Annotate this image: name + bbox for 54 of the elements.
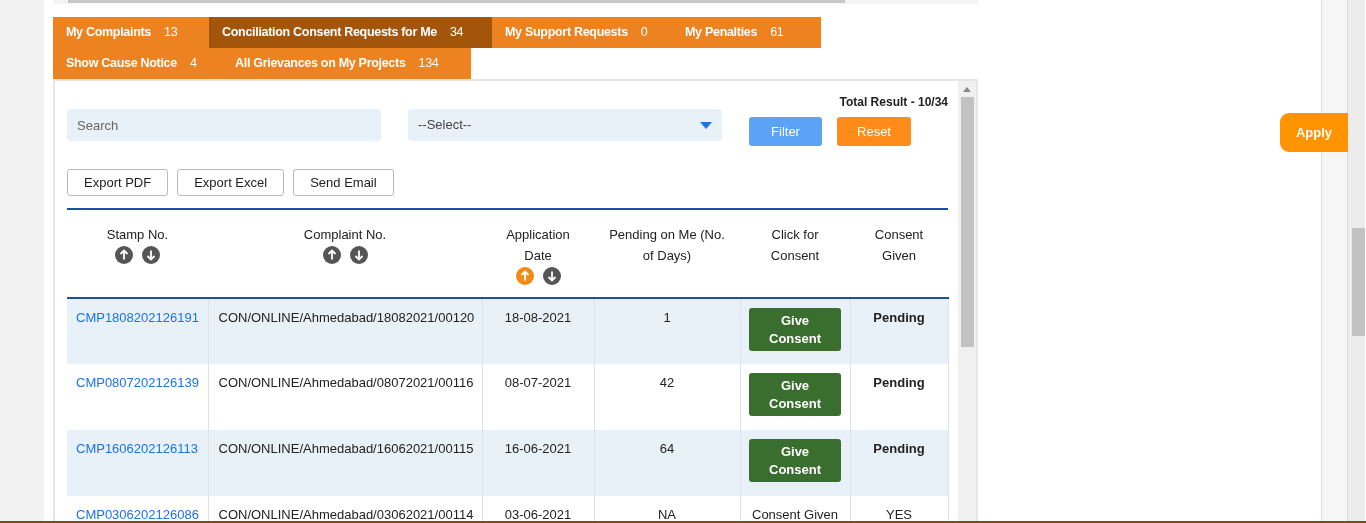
tab[interactable]: My Support Requests 0	[492, 17, 672, 48]
consent-given-status: Pending	[873, 375, 925, 390]
select-value: --Select--	[418, 116, 472, 135]
tab[interactable]: Conciliation Consent Requests for Me 34	[209, 17, 492, 48]
consent-given-status: Pending	[873, 310, 925, 325]
give-consent-button[interactable]: Give Consent	[749, 373, 841, 416]
tab[interactable]: All Grievances on My Projects 134	[222, 48, 471, 79]
export-button[interactable]: Send Email	[293, 169, 394, 196]
tab[interactable]: Show Cause Notice 4	[53, 48, 222, 79]
column-header: Stamp No.	[105, 226, 170, 244]
sort-down-icon[interactable]	[142, 246, 160, 264]
tab[interactable]: My Penalties 61	[672, 17, 821, 48]
total-result: Total Result - 10/34	[839, 94, 948, 111]
up-arrow-icon	[963, 87, 971, 92]
column-header: Consent Given	[873, 226, 925, 265]
export-button[interactable]: Export Excel	[177, 169, 285, 196]
give-consent-button[interactable]: Give Consent	[749, 308, 841, 351]
consent-given-status: Pending	[873, 441, 925, 456]
complaint-number: CON/ONLINE/Ahmedabad/18082021/00120	[218, 310, 475, 325]
scrollbar[interactable]	[958, 81, 976, 521]
consent-given-status: YES	[886, 507, 912, 521]
application-date: 16-06-2021	[504, 441, 572, 456]
application-date: 03-06-2021	[504, 507, 572, 521]
stamp-number-link[interactable]: CMP0306202126086	[76, 507, 199, 521]
sort-down-icon[interactable]	[542, 267, 561, 285]
give-consent-button[interactable]: Give Consent	[749, 439, 841, 482]
complaint-number: CON/ONLINE/Ahmedabad/16062021/00115	[218, 441, 474, 456]
filter-button[interactable]: Filter	[749, 117, 822, 146]
pending-days: 64	[659, 441, 675, 456]
stamp-number-link[interactable]: CMP1606202126113	[76, 441, 198, 456]
stamp-number-link[interactable]: CMP1808202126191	[76, 310, 199, 325]
pending-days: 42	[659, 375, 675, 390]
sort-down-icon[interactable]	[349, 246, 368, 264]
search-field[interactable]: Search	[67, 109, 381, 141]
tab[interactable]: My Complaints 13	[53, 17, 209, 48]
select-dropdown[interactable]: --Select--	[408, 109, 722, 141]
application-date: 08-07-2021	[504, 375, 572, 390]
column-header: Application Date	[505, 226, 571, 265]
pending-days: 1	[663, 310, 671, 325]
sort-up-icon[interactable]	[115, 246, 133, 264]
page-scrollbar[interactable]	[1348, 0, 1365, 521]
application-date: 18-08-2021	[504, 310, 572, 325]
column-header: Click for Consent	[769, 226, 821, 265]
complaint-number: CON/ONLINE/Ahmedabad/08072021/00116	[218, 375, 474, 390]
pending-days: NA	[657, 507, 677, 521]
complaint-number: CON/ONLINE/Ahmedabad/03062021/00114	[218, 507, 474, 521]
column-header: Pending on Me (No. of Days)	[608, 226, 726, 265]
export-button[interactable]: Export PDF	[67, 169, 169, 196]
horizontal-scrollbar[interactable]	[68, 0, 845, 3]
consent-status: Consent Given	[752, 507, 838, 521]
column-header: Complaint No.	[302, 226, 388, 244]
caret-icon	[700, 121, 712, 129]
stamp-number-link[interactable]: CMP0807202126139	[76, 375, 199, 390]
sort-up-icon[interactable]	[322, 246, 341, 264]
